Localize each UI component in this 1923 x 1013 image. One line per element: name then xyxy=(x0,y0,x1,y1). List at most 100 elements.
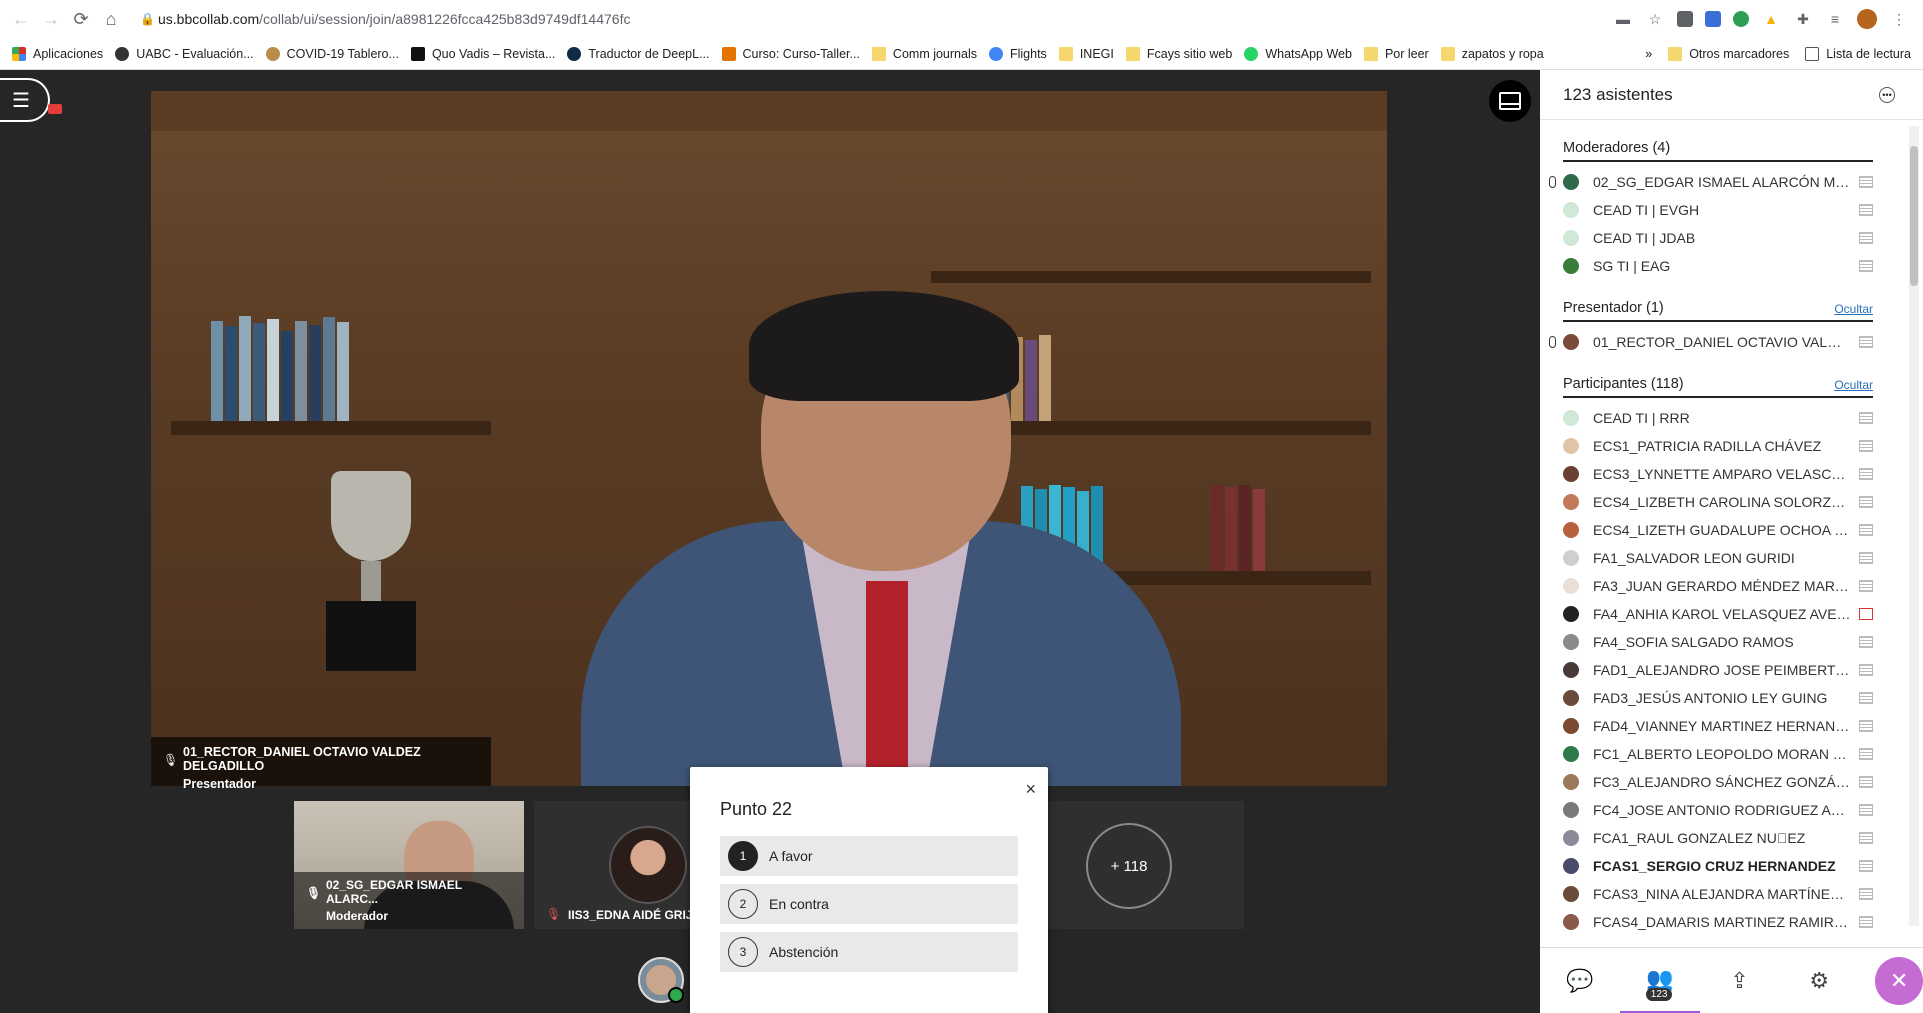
other-bookmarks[interactable]: Otros marcadores xyxy=(1668,47,1789,61)
forward-icon[interactable]: → xyxy=(36,4,66,34)
attendee-controls-icon[interactable] xyxy=(1859,720,1873,732)
close-icon[interactable]: × xyxy=(1025,779,1036,800)
list-item[interactable]: FCAS4_DAMARIS MARTINEZ RAMIREZ xyxy=(1540,908,1873,930)
bookmark-item[interactable]: Quo Vadis – Revista... xyxy=(410,46,555,61)
attendees-tab[interactable]: 👥 123 xyxy=(1619,948,1700,1013)
list-item[interactable]: FA3_JUAN GERARDO MÉNDEZ MARTÍ... xyxy=(1540,572,1873,600)
scrollbar[interactable] xyxy=(1909,126,1919,926)
scrollbar-thumb[interactable] xyxy=(1910,146,1918,286)
attendee-controls-icon[interactable] xyxy=(1859,776,1873,788)
attendee-controls-icon[interactable] xyxy=(1859,804,1873,816)
attendee-controls-icon[interactable] xyxy=(1859,468,1873,480)
bookmark-star-icon[interactable]: ☆ xyxy=(1645,9,1665,29)
bookmark-item[interactable]: Curso: Curso-Taller... xyxy=(721,46,860,61)
list-item[interactable]: FC3_ALEJANDRO SÁNCHEZ GONZÁLEZ xyxy=(1540,768,1873,796)
participant-tile[interactable]: 🎙 02_SG_EDGAR ISMAEL ALARC... Moderador xyxy=(294,801,524,929)
attendee-controls-icon[interactable] xyxy=(1859,232,1873,244)
extension-icon[interactable] xyxy=(1705,11,1721,27)
list-item[interactable]: ECS3_LYNNETTE AMPARO VELASCO ... xyxy=(1540,460,1873,488)
list-item[interactable]: SG TI | EAG xyxy=(1540,252,1873,280)
list-item[interactable]: FA4_SOFIA SALGADO RAMOS xyxy=(1540,628,1873,656)
list-item[interactable]: FA1_SALVADOR LEON GURIDI xyxy=(1540,544,1873,572)
poll-option[interactable]: 3 Abstención xyxy=(720,932,1018,972)
bookmark-item[interactable]: zapatos y ropa xyxy=(1440,46,1544,61)
more-options-icon[interactable]: ••• xyxy=(1879,87,1895,103)
poll-option[interactable]: 1 A favor xyxy=(720,836,1018,876)
session-menu-button[interactable]: ☰ xyxy=(0,78,62,122)
list-item[interactable]: FAD4_VIANNEY MARTINEZ HERNAND... xyxy=(1540,712,1873,740)
attendee-controls-icon[interactable] xyxy=(1859,176,1873,188)
attendee-controls-icon[interactable] xyxy=(1859,636,1873,648)
attendee-controls-icon[interactable] xyxy=(1859,664,1873,676)
bookmark-item[interactable]: Fcays sitio web xyxy=(1125,46,1232,61)
chat-tab[interactable]: 💬 xyxy=(1540,948,1620,1013)
bookmark-item[interactable]: Flights xyxy=(988,46,1047,61)
hide-section-link[interactable]: Ocultar xyxy=(1834,378,1873,392)
attendee-controls-icon[interactable] xyxy=(1859,496,1873,508)
bookmark-item[interactable]: COVID-19 Tablero... xyxy=(265,46,399,61)
list-item[interactable]: 02_SG_EDGAR ISMAEL ALARCÓN ME... xyxy=(1540,168,1873,196)
list-item[interactable]: FCA1_RAUL GONZALEZ NU EZ xyxy=(1540,824,1873,852)
reading-list[interactable]: Lista de lectura xyxy=(1805,47,1911,61)
kebab-menu-icon[interactable]: ⋮ xyxy=(1889,9,1909,29)
list-item[interactable]: FA4_ANHIA KAROL VELASQUEZ AVEN... xyxy=(1540,600,1873,628)
list-item[interactable]: ECS4_LIZETH GUADALUPE OCHOA C... xyxy=(1540,516,1873,544)
layout-toggle-button[interactable] xyxy=(1489,80,1531,122)
drive-icon[interactable]: ▲ xyxy=(1761,9,1781,29)
bookmark-item[interactable]: WhatsApp Web xyxy=(1244,46,1352,61)
list-item[interactable]: 01_RECTOR_DANIEL OCTAVIO VALDE... xyxy=(1540,328,1873,356)
profile-avatar[interactable] xyxy=(1857,9,1877,29)
attendee-controls-icon[interactable] xyxy=(1859,832,1873,844)
list-item[interactable]: CEAD TI | RRR xyxy=(1540,404,1873,432)
more-participants-tile[interactable]: + 118 xyxy=(1014,801,1244,929)
extension-icon[interactable] xyxy=(1677,11,1693,27)
attendee-controls-icon[interactable] xyxy=(1859,524,1873,536)
attendee-controls-icon[interactable] xyxy=(1859,412,1873,424)
bookmark-item[interactable]: Por leer xyxy=(1363,46,1429,61)
attendee-controls-icon[interactable] xyxy=(1859,552,1873,564)
bookmark-item[interactable]: Comm journals xyxy=(871,46,977,61)
attendee-controls-icon[interactable] xyxy=(1859,336,1873,348)
my-status-button[interactable] xyxy=(638,957,684,1003)
attendee-controls-icon[interactable] xyxy=(1859,580,1873,592)
address-bar[interactable]: 🔒 us.bbcollab.com/collab/ui/session/join… xyxy=(140,5,1570,33)
settings-tab[interactable]: ⚙ xyxy=(1779,948,1859,1013)
attendee-controls-icon[interactable] xyxy=(1859,888,1873,900)
share-content-tab[interactable]: ⇪ xyxy=(1700,948,1780,1013)
home-icon[interactable]: ⌂ xyxy=(96,4,126,34)
attendee-controls-icon[interactable] xyxy=(1859,608,1873,620)
list-item[interactable]: FC4_JOSE ANTONIO RODRIGUEZ ARE... xyxy=(1540,796,1873,824)
list-item[interactable]: ECS4_LIZBETH CAROLINA SOLORZAN... xyxy=(1540,488,1873,516)
list-item[interactable]: ECS1_PATRICIA RADILLA CHÁVEZ xyxy=(1540,432,1873,460)
bookmark-item[interactable]: Aplicaciones xyxy=(12,46,103,61)
list-item[interactable]: FC1_ALBERTO LEOPOLDO MORAN Y ... xyxy=(1540,740,1873,768)
attendees-list: Moderadores (4) 02_SG_EDGAR ISMAEL ALARCÓ… xyxy=(1540,120,1903,930)
list-item[interactable]: FAD3_JESÚS ANTONIO LEY GUING xyxy=(1540,684,1873,712)
poll-option[interactable]: 2 En contra xyxy=(720,884,1018,924)
attendee-controls-icon[interactable] xyxy=(1859,440,1873,452)
bookmark-item[interactable]: Traductor de DeepL... xyxy=(567,46,710,61)
bookmark-item[interactable]: UABC - Evaluación... xyxy=(115,46,254,61)
attendee-controls-icon[interactable] xyxy=(1859,860,1873,872)
bookmarks-overflow-button[interactable]: » xyxy=(1645,47,1652,61)
extension-icon[interactable] xyxy=(1733,11,1749,27)
back-icon[interactable]: ← xyxy=(6,4,36,34)
list-item[interactable]: FCAS3_NINA ALEJANDRA MARTÍNEZ ... xyxy=(1540,880,1873,908)
reload-icon[interactable]: ⟳ xyxy=(66,4,96,34)
list-item[interactable]: FAD1_ALEJANDRO JOSE PEIMBERT D... xyxy=(1540,656,1873,684)
hide-section-link[interactable]: Ocultar xyxy=(1834,302,1873,316)
attendee-controls-icon[interactable] xyxy=(1859,260,1873,272)
list-item[interactable]: CEAD TI | EVGH xyxy=(1540,196,1873,224)
camera-blocked-icon[interactable]: ▬ xyxy=(1613,9,1633,29)
list-item[interactable]: CEAD TI | JDAB xyxy=(1540,224,1873,252)
puzzle-icon[interactable]: ✚ xyxy=(1793,9,1813,29)
close-panel-button[interactable]: ✕ xyxy=(1875,956,1923,1005)
attendee-controls-icon[interactable] xyxy=(1859,204,1873,216)
tile-label: 🎙 02_SG_EDGAR ISMAEL ALARC... Moderador xyxy=(294,872,524,929)
reading-list-icon[interactable]: ≡ xyxy=(1825,9,1845,29)
attendee-controls-icon[interactable] xyxy=(1859,916,1873,928)
attendee-controls-icon[interactable] xyxy=(1859,692,1873,704)
bookmark-item[interactable]: INEGI xyxy=(1058,46,1114,61)
attendee-controls-icon[interactable] xyxy=(1859,748,1873,760)
list-item[interactable]: FCAS1_SERGIO CRUZ HERNANDEZ xyxy=(1540,852,1873,880)
